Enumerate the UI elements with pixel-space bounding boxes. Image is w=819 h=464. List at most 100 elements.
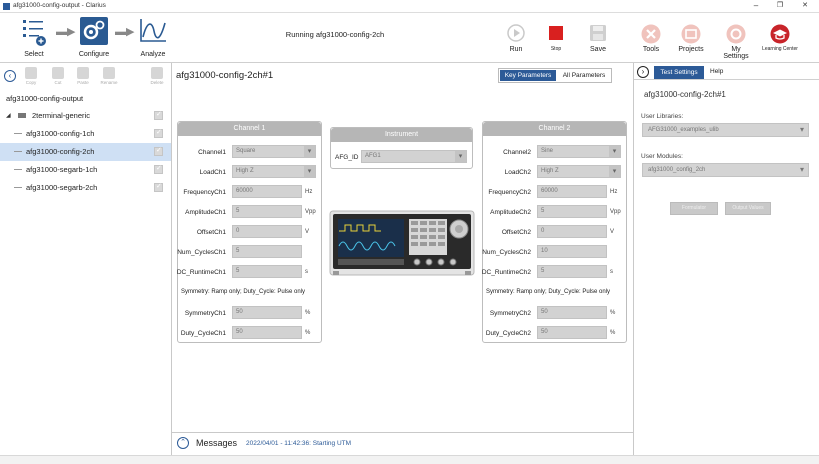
configure-button[interactable]: Configure: [74, 17, 114, 61]
tab-all-parameters[interactable]: All Parameters: [557, 70, 611, 81]
frequencych2-input[interactable]: 60000: [537, 185, 607, 198]
amplitudech1-input[interactable]: 5: [232, 205, 302, 218]
tree-line-icon: [14, 133, 22, 134]
field-label: Num_CyclesCh2: [482, 249, 531, 256]
tree-line-icon: [14, 187, 22, 188]
main-toolbar: Select ▬▶ Configure ▬▶ Analyze Running a…: [0, 13, 819, 63]
tools-icon: [641, 24, 661, 44]
checkbox[interactable]: [154, 164, 163, 174]
afg-id-select[interactable]: AFG1: [361, 150, 467, 163]
dc-runtimech1-input[interactable]: 5: [232, 265, 302, 278]
tree-line-icon: [14, 169, 22, 170]
my-settings-button[interactable]: My Settings: [718, 24, 754, 62]
test-settings-panel: › Test Settings Help afg31000-config-2ch…: [633, 63, 819, 455]
instrument-image: [329, 209, 475, 279]
project-tree-panel: ‹ Copy Cut Paste Rename Delete afg31000-…: [0, 63, 172, 455]
projects-icon: [681, 24, 701, 44]
run-button[interactable]: Run: [502, 24, 530, 62]
expand-triangle-icon: ◢: [6, 113, 11, 119]
channel1-select[interactable]: Square: [232, 145, 316, 158]
user-libraries-label: User Libraries:: [641, 113, 684, 120]
unit-label: %: [305, 310, 311, 316]
copy-button[interactable]: Copy: [22, 67, 40, 85]
tree-item-test-selected[interactable]: afg31000-config-2ch: [0, 143, 171, 161]
offsetch2-input[interactable]: 0: [537, 225, 607, 238]
field-label: AmplitudeCh1: [185, 209, 226, 216]
checkbox[interactable]: [154, 182, 163, 192]
loadch1-select[interactable]: High Z: [232, 165, 316, 178]
expand-messages-button[interactable]: ⌃: [177, 437, 189, 449]
checkbox[interactable]: [154, 110, 163, 120]
tab-help[interactable]: Help: [710, 68, 723, 75]
cut-button[interactable]: Cut: [49, 67, 67, 85]
restore-button[interactable]: ❐: [773, 1, 787, 9]
output-values-button[interactable]: Output Values: [725, 202, 771, 215]
user-modules-select[interactable]: afg31000_config_2ch: [642, 163, 809, 177]
loadch2-select[interactable]: High Z: [537, 165, 621, 178]
user-libraries-select[interactable]: AFG31000_examples_ulib: [642, 123, 809, 137]
tree-item-label: afg31000-segarb-1ch: [26, 165, 98, 174]
amplitudech2-input[interactable]: 5: [537, 205, 607, 218]
rename-button[interactable]: Rename: [98, 67, 120, 85]
stop-button[interactable]: Stop: [542, 24, 570, 62]
projects-label: Projects: [678, 46, 704, 53]
window-title: afg31000-config-output - Clarius: [13, 2, 106, 9]
channel2-select[interactable]: Sine: [537, 145, 621, 158]
channel-1-header: Channel 1: [178, 122, 321, 136]
tree-item-test[interactable]: afg31000-segarb-1ch: [0, 161, 171, 179]
tree-item-device[interactable]: ◢ 2terminal-generic: [0, 107, 171, 125]
channel-2-header: Channel 2: [483, 122, 626, 136]
close-button[interactable]: ✕: [798, 1, 812, 9]
paste-icon: [77, 67, 89, 79]
run-label: Run: [509, 46, 523, 53]
duty-cyclech2-input[interactable]: 50: [537, 326, 607, 339]
my-settings-label: My Settings: [723, 46, 749, 60]
instrument-panel: Instrument AFG_ID AFG1: [330, 127, 473, 169]
num-cyclesch1-input[interactable]: 5: [232, 245, 302, 258]
save-button[interactable]: Save: [584, 24, 612, 62]
unit-label: Vpp: [305, 209, 316, 215]
tab-test-settings[interactable]: Test Settings: [654, 66, 704, 79]
field-label: DC_RuntimeCh1: [176, 269, 226, 276]
unit-label: %: [610, 310, 616, 316]
duty-cyclech1-input[interactable]: 50: [232, 326, 302, 339]
tab-key-parameters[interactable]: Key Parameters: [500, 70, 556, 81]
paste-button[interactable]: Paste: [74, 67, 92, 85]
select-button[interactable]: Select: [14, 17, 54, 61]
analyze-button[interactable]: Analyze: [133, 17, 173, 61]
dc-runtimech2-input[interactable]: 5: [537, 265, 607, 278]
field-label: Duty_CycleCh1: [180, 330, 226, 337]
function-generator-picture: [329, 210, 475, 276]
gears-icon: [80, 17, 108, 45]
projects-button[interactable]: Projects: [675, 24, 707, 62]
tools-button[interactable]: Tools: [636, 24, 666, 62]
minimize-button[interactable]: –: [749, 1, 763, 10]
chevron-right-icon: ›: [641, 67, 645, 76]
parameter-view-toggle: Key Parameters All Parameters: [498, 68, 612, 83]
num-cyclesch2-input[interactable]: 10: [537, 245, 607, 258]
tree-item-label: afg31000-segarb-2ch: [26, 183, 98, 192]
checkbox[interactable]: [154, 128, 163, 138]
delete-button[interactable]: Delete: [148, 67, 166, 85]
symmetrych2-input[interactable]: 50: [537, 306, 607, 319]
collapse-right-panel-button[interactable]: ›: [637, 66, 649, 78]
formulator-button[interactable]: Formulator: [670, 202, 718, 215]
frequencych1-input[interactable]: 60000: [232, 185, 302, 198]
tree-item-test[interactable]: afg31000-segarb-2ch: [0, 179, 171, 197]
configure-label: Configure: [78, 51, 110, 58]
field-label: OffsetCh2: [501, 229, 531, 236]
user-modules-label: User Modules:: [641, 153, 683, 160]
learning-center-button[interactable]: Learning Center: [757, 24, 803, 62]
collapse-panel-button[interactable]: ‹: [4, 70, 16, 82]
messages-label: Messages: [196, 438, 238, 448]
channel-2-panel: Channel 2 Channel2 Sine LoadCh2 High Z F…: [482, 121, 627, 343]
delete-label: Delete: [150, 80, 164, 85]
select-list-icon: [23, 20, 46, 46]
offsetch1-input[interactable]: 0: [232, 225, 302, 238]
tree-item-test[interactable]: afg31000-config-1ch: [0, 125, 171, 143]
symmetrych1-input[interactable]: 50: [232, 306, 302, 319]
messages-bar: ⌃ Messages 2022/04/01 - 11:42:36: Starti…: [172, 432, 633, 455]
analyze-label: Analyze: [140, 51, 166, 58]
field-label: Channel1: [198, 149, 226, 156]
checkbox[interactable]: [154, 146, 163, 156]
